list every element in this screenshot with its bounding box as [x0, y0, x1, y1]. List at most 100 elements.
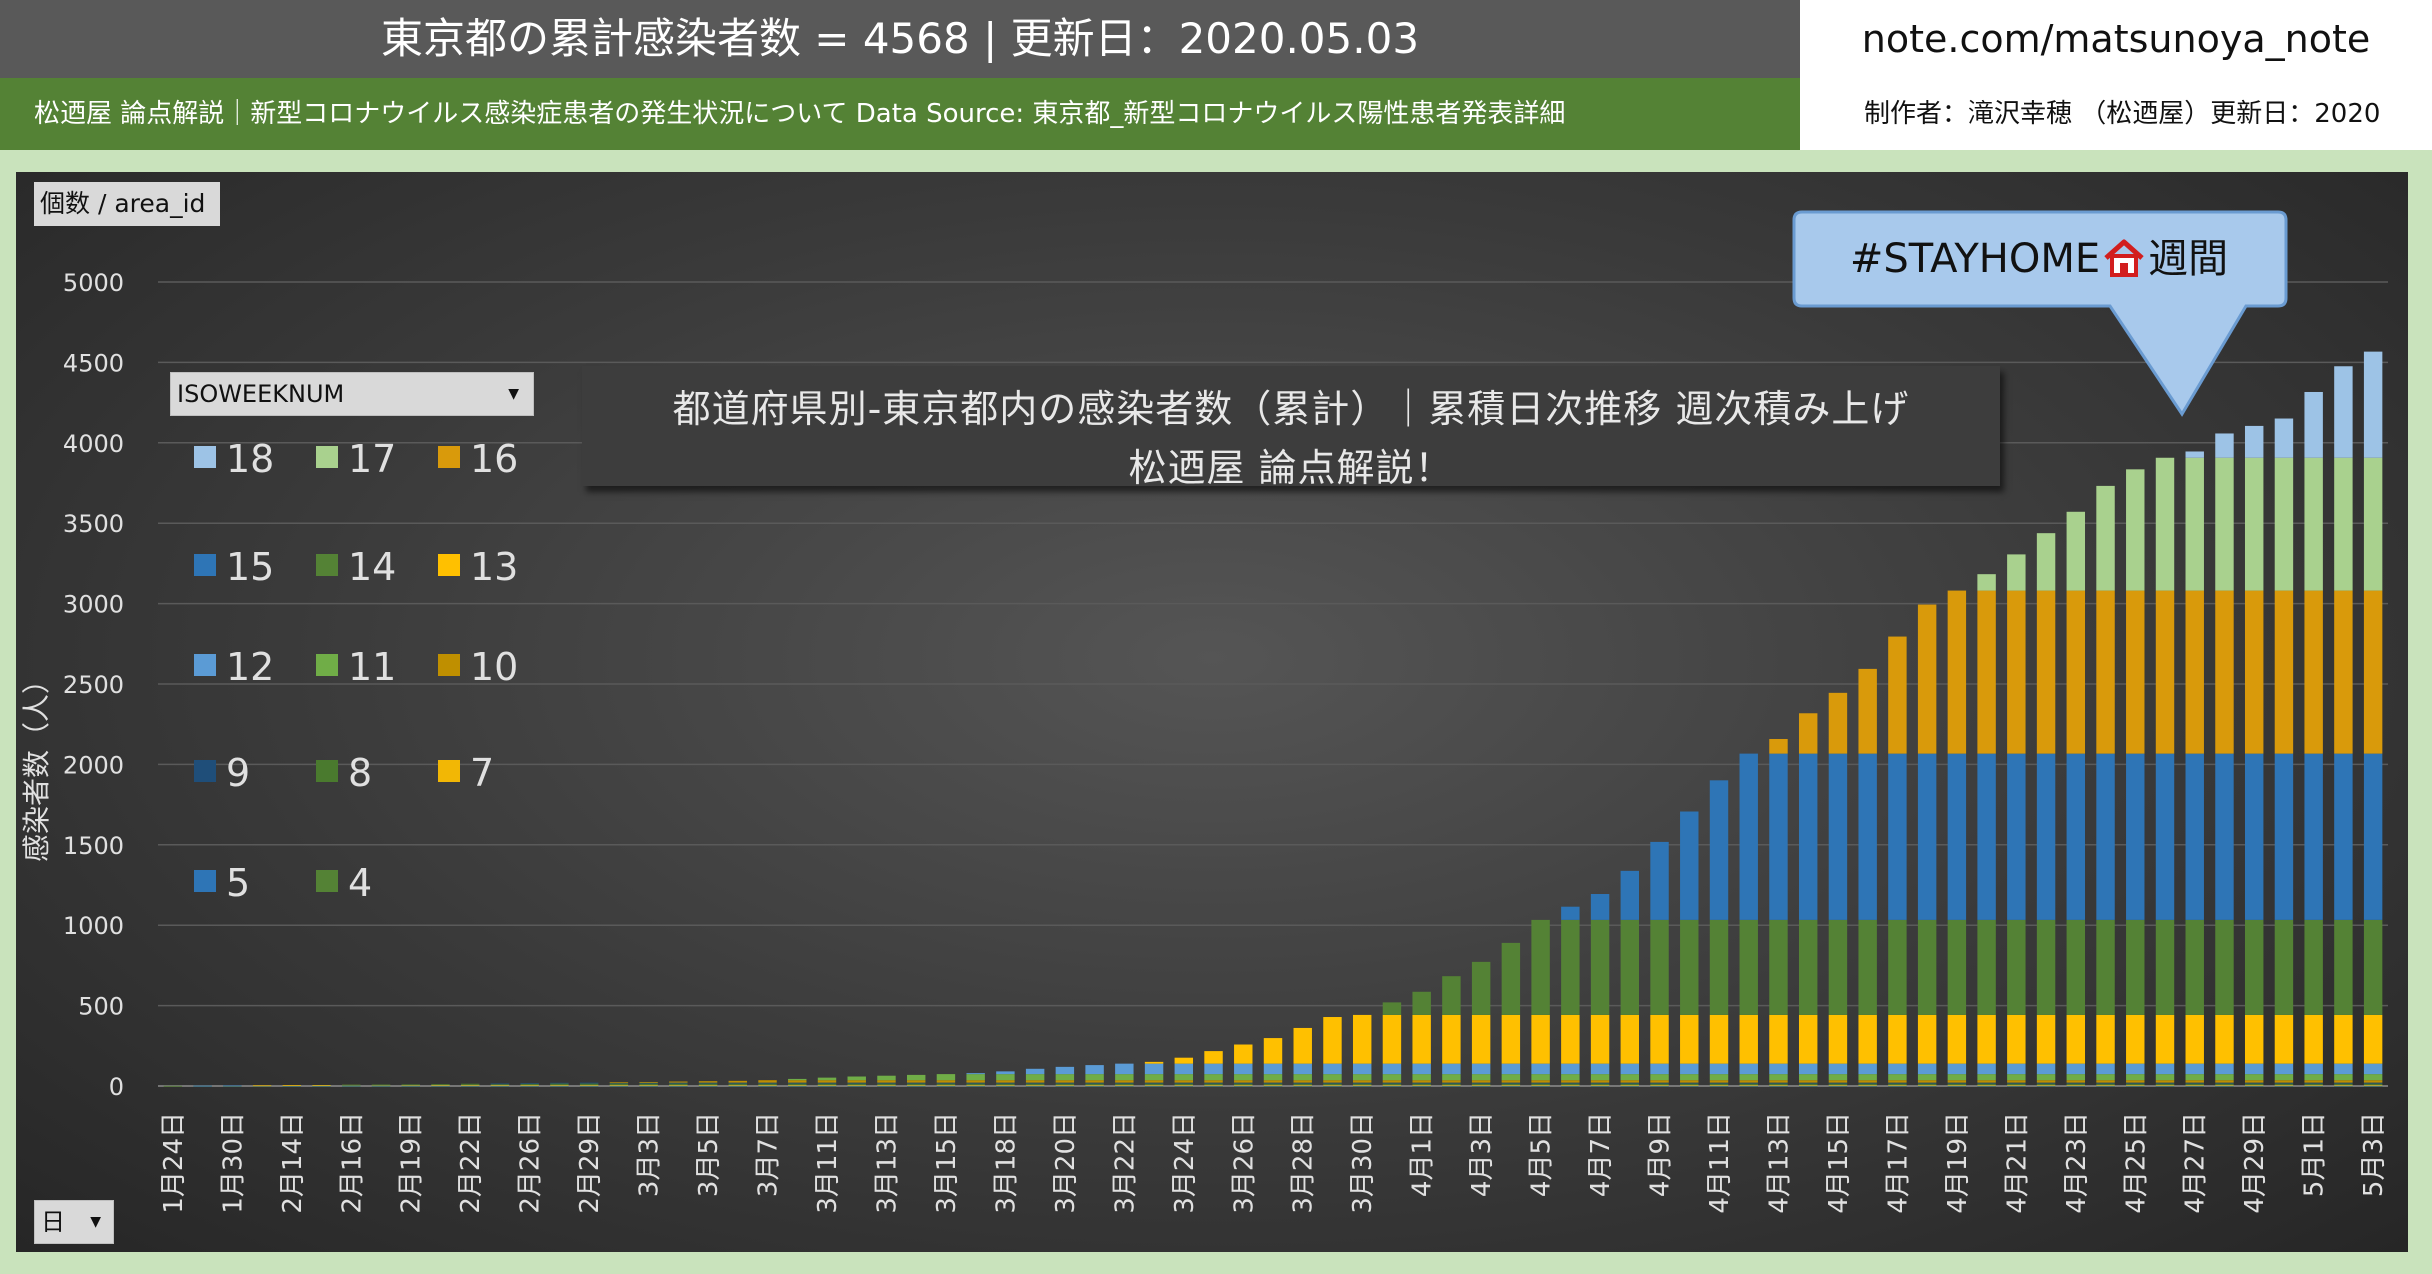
bar-segment-week-10	[1144, 1080, 1164, 1083]
bar-segment-week-12	[1828, 1063, 1848, 1075]
chevron-down-icon: ▼	[508, 386, 519, 402]
bar-segment-week-7	[1055, 1084, 1075, 1086]
isoweeknum-dropdown[interactable]: ISOWEEKNUM ▼	[170, 372, 534, 416]
bar-segment-week-9	[1917, 1082, 1937, 1084]
bar-segment-week-15	[2244, 753, 2264, 920]
bar-segment-week-13	[1531, 1014, 1550, 1064]
annotation-line-2: 松迺屋 論点解説！	[1128, 446, 1454, 490]
bar-segment-week-17	[2036, 533, 2056, 591]
bar-segment-week-14	[1917, 919, 1937, 1015]
bar-segment-week-11	[1174, 1074, 1194, 1081]
y-tick-label: 2000	[63, 751, 124, 779]
bar-segment-week-10	[1352, 1080, 1372, 1083]
bar-segment-week-11	[2244, 1074, 2264, 1081]
bar-segment-week-10	[1917, 1080, 1937, 1083]
legend-swatch	[438, 760, 460, 782]
bar-segment-week-11	[1798, 1074, 1818, 1081]
bar-segment-week-13	[1977, 1014, 1996, 1064]
bar-segment-week-17	[2066, 511, 2086, 591]
bar-segment-week-16	[2155, 590, 2175, 754]
bar-segment-week-11	[1561, 1074, 1580, 1081]
y-field-button[interactable]: 個数 / area_id	[34, 182, 220, 226]
bar-segment-week-12	[1798, 1063, 1818, 1075]
chart-annotation-box: 都道府県別-東京都内の感染者数（累計）｜累積日次推移 週次積み上げ 松迺屋 論点…	[582, 366, 2000, 490]
x-tick-label: 2月22日	[456, 1112, 486, 1214]
bar-segment-week-11	[1115, 1074, 1134, 1081]
bar-segment-week-10	[2274, 1080, 2294, 1083]
isoweeknum-dropdown-value: ISOWEEKNUM	[177, 380, 345, 408]
bar-segment-week-9	[2185, 1082, 2204, 1084]
bar-segment-week-13	[1858, 1014, 1877, 1064]
bar-segment-week-8	[2155, 1083, 2175, 1085]
bar-segment-week-9	[788, 1082, 807, 1084]
bar-segment-week-7	[698, 1084, 718, 1086]
bar-segment-week-13	[2215, 1014, 2234, 1064]
bar-segment-week-9	[2274, 1082, 2294, 1084]
bar-segment-week-14	[1888, 919, 1907, 1015]
legend-swatch	[194, 654, 216, 676]
bar-segment-week-8	[371, 1084, 391, 1086]
bar-segment-week-12	[1204, 1063, 1223, 1075]
bar-segment-week-12	[2126, 1063, 2145, 1075]
note-url[interactable]: note.com/matsunoya_note	[1800, 0, 2432, 78]
bar-segment-week-10	[1798, 1080, 1818, 1083]
bar-segment-week-8	[1828, 1083, 1848, 1085]
bar-segment-week-7	[2066, 1084, 2086, 1086]
stayhome-text: #STAYHOME	[1849, 236, 2101, 282]
bar-segment-week-9	[1590, 1082, 1610, 1084]
day-axis-dropdown[interactable]: 日 ▼	[34, 1200, 114, 1244]
bar-segment-week-17	[2215, 457, 2234, 591]
bar-segment-week-14	[2244, 919, 2264, 1015]
bar-segment-week-17	[1977, 574, 1996, 591]
bar-segment-week-16	[1888, 636, 1907, 754]
bar-segment-week-8	[698, 1083, 718, 1085]
bar-segment-week-15	[1561, 906, 1580, 920]
bar-segment-week-14	[2007, 919, 2026, 1015]
bar-segment-week-10	[996, 1080, 1015, 1083]
x-tick-label: 4月9日	[1646, 1112, 1676, 1197]
bar-segment-week-10	[1085, 1080, 1104, 1083]
bar-segment-week-7	[1798, 1084, 1818, 1086]
bar-segment-week-14	[2363, 919, 2383, 1015]
bar-segment-week-7	[1234, 1084, 1253, 1086]
bar-segment-week-7	[2155, 1084, 2175, 1086]
bar-segment-week-8	[1204, 1083, 1223, 1085]
bar-segment-week-14	[1947, 919, 1967, 1015]
legend-swatch	[438, 654, 460, 676]
bar-segment-week-12	[1085, 1065, 1104, 1075]
bar-segment-week-12	[2244, 1063, 2264, 1075]
bar-segment-week-11	[2066, 1074, 2086, 1081]
bar-segment-week-13	[2007, 1014, 2026, 1064]
bar-segment-week-13	[2334, 1014, 2353, 1064]
legend-swatch	[316, 870, 338, 892]
bar-segment-week-10	[2096, 1080, 2115, 1083]
bar-segment-week-10	[1650, 1080, 1669, 1083]
bar-segment-week-10	[2155, 1080, 2175, 1083]
bar-segment-week-12	[1977, 1063, 1996, 1075]
bar-segment-week-10	[698, 1081, 718, 1083]
bar-segment-week-8	[1561, 1083, 1580, 1085]
bar-segment-week-13	[1471, 1014, 1491, 1064]
bar-segment-week-9	[996, 1082, 1015, 1084]
bar-segment-week-12	[2363, 1063, 2383, 1075]
bar-segment-week-11	[2036, 1074, 2056, 1081]
bar-segment-week-9	[2126, 1082, 2145, 1084]
bar-segment-week-10	[1828, 1080, 1848, 1083]
author-text: 制作者：滝沢幸穂 （松迺屋）更新日：2020	[1864, 99, 2381, 129]
legend: 18 17 16 15 14 13 12 11 10 9 8 7 5 4	[194, 437, 518, 905]
bar-segment-week-10	[1561, 1080, 1580, 1083]
bar-segment-week-11	[877, 1075, 896, 1081]
legend-swatch	[194, 760, 216, 782]
x-tick-label: 3月22日	[1110, 1112, 1140, 1214]
bar-segment-week-10	[1680, 1080, 1699, 1083]
bar-segment-week-11	[1442, 1074, 1461, 1081]
bar-segment-week-7	[1917, 1084, 1937, 1086]
bar-segment-week-7	[2096, 1084, 2115, 1086]
bar-segment-week-13	[1590, 1014, 1610, 1064]
bar-segment-week-15	[1709, 780, 1729, 920]
bar-segment-week-11	[1858, 1074, 1877, 1081]
y-tick-label: 3000	[63, 591, 124, 619]
bar-segment-week-13	[1739, 1014, 1758, 1064]
bar-segment-week-8	[1323, 1083, 1342, 1085]
bar-segment-week-13	[1234, 1044, 1253, 1064]
